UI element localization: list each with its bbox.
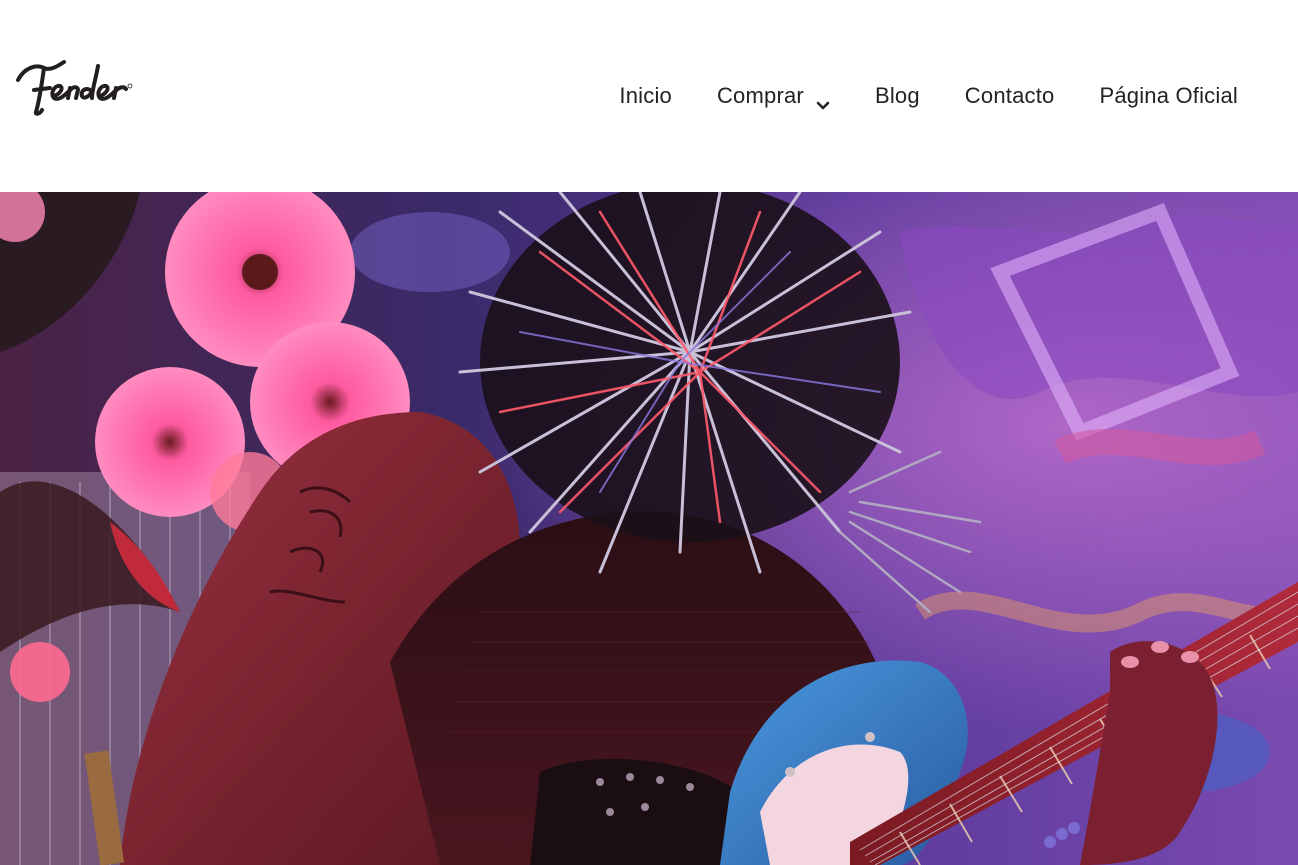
fender-logo[interactable] (14, 58, 160, 118)
nav-item-pagina-oficial[interactable]: Página Oficial (1099, 83, 1238, 109)
site-header: Inicio Comprar Blog Contacto Página Ofic… (0, 0, 1298, 192)
nav-item-inicio[interactable]: Inicio (619, 83, 672, 109)
nav-item-comprar[interactable]: Comprar (716, 83, 830, 110)
nav-item-label: Contacto (964, 83, 1055, 108)
nav-item-label: Comprar (716, 83, 804, 108)
nav-item-label: Blog (874, 83, 920, 108)
registered-mark (127, 83, 133, 89)
main-nav: Inicio Comprar Blog Contacto Página Ofic… (619, 78, 1238, 114)
nav-item-contacto[interactable]: Contacto (965, 83, 1055, 109)
nav-item-label: Página Oficial (1099, 83, 1238, 108)
nav-item-label: Inicio (619, 83, 672, 108)
fender-logo-mark (16, 60, 133, 116)
hero-banner (0, 192, 1298, 865)
hero-photo (0, 192, 1298, 865)
nav-item-blog[interactable]: Blog (875, 83, 920, 109)
chevron-down-icon (816, 91, 830, 110)
